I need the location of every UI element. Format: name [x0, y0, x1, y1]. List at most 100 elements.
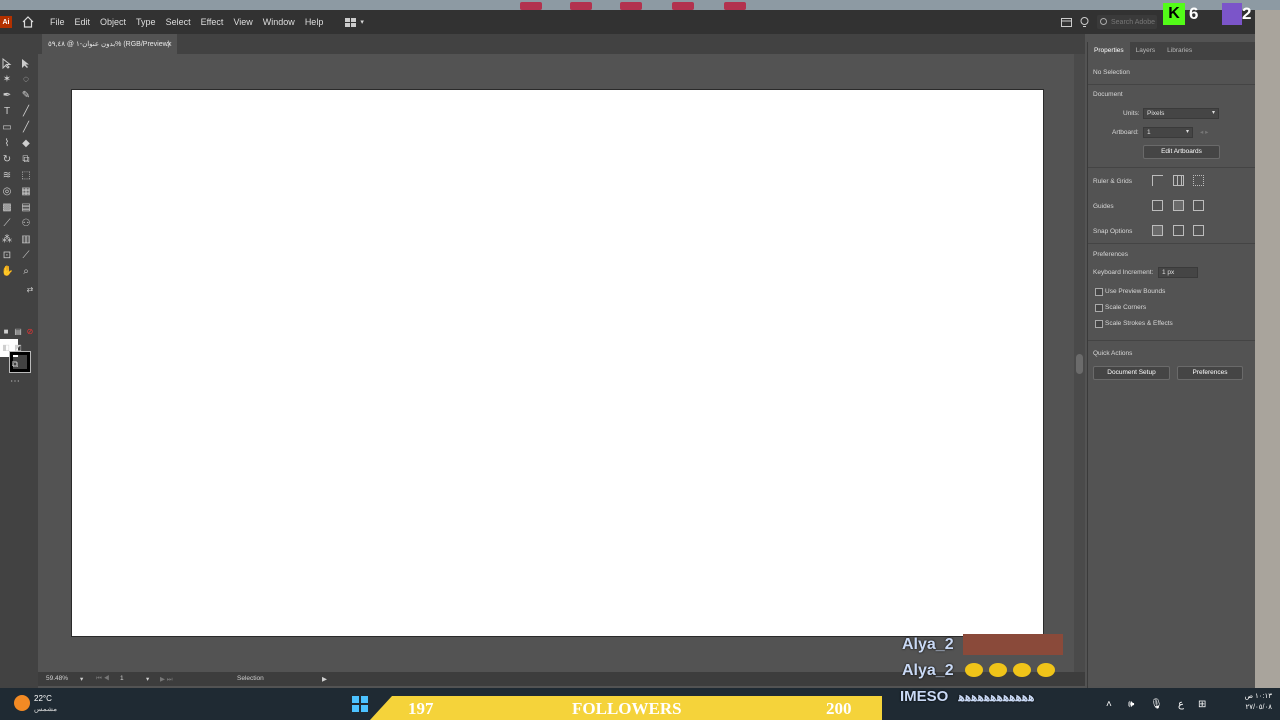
scrollbar-thumb[interactable]: [1076, 354, 1083, 374]
imeso-message: ﻫﻫﻫﻫﻫﻫﻫﻫﻫﻫﻫﻫ: [958, 690, 1035, 704]
line-tool-icon[interactable]: ╱: [20, 106, 32, 118]
rectangle-tool-icon[interactable]: ▭: [1, 122, 13, 134]
document-tab-title: بدون عنوان-١ @ ٥٩,٤٨% (RGB/Preview): [48, 41, 171, 48]
shape-builder-tool-icon[interactable]: ◎: [1, 186, 13, 198]
screen-mode-icon[interactable]: ⧉: [9, 358, 21, 370]
grid-icon[interactable]: [1173, 175, 1184, 186]
rotate-tool-icon[interactable]: ↻: [1, 154, 13, 166]
snap-options-label: Snap Options: [1093, 228, 1133, 235]
scale-tool-icon[interactable]: ⧉: [20, 154, 32, 166]
artboard[interactable]: [71, 89, 1044, 637]
menu-help[interactable]: Help: [305, 17, 324, 27]
clock-time[interactable]: ١٠:١٣ ص: [1232, 692, 1272, 700]
curvature-tool-icon[interactable]: ✎: [20, 90, 32, 102]
close-icon[interactable]: ×: [167, 39, 172, 49]
clock-date[interactable]: ٢٧/٠٥/٠٨: [1232, 703, 1272, 711]
snap-to-pixel-icon[interactable]: [1173, 225, 1184, 236]
artboard-select[interactable]: 1 ▾: [1143, 127, 1193, 138]
free-transform-tool-icon[interactable]: ⬚: [20, 170, 32, 182]
artboard-nav-arrows-icon[interactable]: ◂ ▸: [1200, 128, 1208, 136]
snap-to-glyph-icon[interactable]: [1193, 225, 1204, 236]
use-preview-bounds-checkbox[interactable]: [1095, 288, 1103, 296]
gradient-mode-icon[interactable]: ▤: [12, 326, 24, 338]
menu-select[interactable]: Select: [166, 17, 191, 27]
draw-behind-icon[interactable]: ◩: [12, 342, 24, 354]
blend-tool-icon[interactable]: ⚇: [20, 218, 32, 230]
paintbrush-tool-icon[interactable]: ╱: [20, 122, 32, 134]
type-tool-icon[interactable]: T: [1, 106, 13, 118]
input-language[interactable]: ع: [1178, 699, 1184, 710]
weather-sun-icon[interactable]: [14, 695, 30, 711]
mesh-tool-icon[interactable]: ▩: [1, 202, 13, 214]
swap-fill-stroke-icon[interactable]: ⇄: [24, 284, 36, 296]
zoom-level[interactable]: 59.48%: [46, 675, 68, 682]
menu-edit[interactable]: Edit: [75, 17, 91, 27]
tray-chevron-up-icon[interactable]: ˄: [1106, 699, 1112, 710]
none-mode-icon[interactable]: ⊘: [24, 326, 36, 338]
document-setup-button[interactable]: Document Setup: [1093, 366, 1170, 380]
scale-corners-checkbox[interactable]: [1095, 304, 1103, 312]
direct-selection-tool-icon[interactable]: [20, 58, 32, 70]
lightbulb-icon[interactable]: [1080, 16, 1089, 28]
pen-tool-icon[interactable]: ✒: [1, 90, 13, 102]
network-icon[interactable]: ⊞: [1198, 699, 1206, 710]
perspective-grid-tool-icon[interactable]: ▦: [20, 186, 32, 198]
smart-guides-icon[interactable]: [1173, 200, 1184, 211]
symbol-sprayer-tool-icon[interactable]: ⁂: [1, 234, 13, 246]
document-tab[interactable]: بدون عنوان-١ @ ٥٩,٤٨% (RGB/Preview) ×: [42, 34, 177, 54]
status-menu-arrow-icon[interactable]: ▶: [322, 675, 327, 683]
artboard-tool-icon[interactable]: ⊡: [1, 250, 13, 262]
color-mode-icon[interactable]: ■: [0, 326, 12, 338]
edit-artboards-button[interactable]: Edit Artboards: [1143, 145, 1220, 159]
gradient-tool-icon[interactable]: ▤: [20, 202, 32, 214]
tab-layers[interactable]: Layers: [1130, 42, 1162, 60]
preferences-button[interactable]: Preferences: [1177, 366, 1243, 380]
column-graph-tool-icon[interactable]: ▥: [20, 234, 32, 246]
menu-view[interactable]: View: [233, 17, 252, 27]
eyedropper-tool-icon[interactable]: ⟋: [1, 218, 13, 230]
zoom-tool-icon[interactable]: ⌕: [20, 266, 32, 278]
chevron-down-icon[interactable]: ▾: [146, 675, 149, 683]
slice-tool-icon[interactable]: ⟋: [20, 250, 32, 262]
eraser-tool-icon[interactable]: ◆: [20, 138, 32, 150]
shaper-tool-icon[interactable]: ⌇: [1, 138, 13, 150]
magic-wand-tool-icon[interactable]: ✶: [1, 74, 13, 86]
menu-type[interactable]: Type: [136, 17, 156, 27]
arrange-documents-icon[interactable]: [1061, 17, 1072, 27]
units-select[interactable]: Pixels ▾: [1143, 108, 1219, 119]
menu-object[interactable]: Object: [100, 17, 126, 27]
snap-to-point-icon[interactable]: [1152, 225, 1163, 236]
artboard-number[interactable]: 1: [120, 675, 124, 682]
chevron-down-icon: ▾: [1185, 129, 1189, 135]
last-artboard-icon[interactable]: ▶ ⏭: [160, 675, 173, 684]
ruler-icon[interactable]: [1152, 175, 1163, 186]
scale-strokes-checkbox[interactable]: [1095, 320, 1103, 328]
speaker-icon[interactable]: 🕪: [1128, 699, 1134, 710]
home-icon[interactable]: [20, 14, 36, 30]
weather-temperature[interactable]: 22°C: [34, 694, 52, 703]
microphone-icon[interactable]: 🎙: [1150, 699, 1163, 710]
search-input[interactable]: Search Adobe: [1097, 15, 1157, 29]
first-artboard-icon[interactable]: ⏮ ◀: [96, 675, 109, 683]
keyboard-increment-input[interactable]: 1 px: [1158, 267, 1198, 278]
chevron-down-icon[interactable]: ▾: [80, 675, 83, 683]
vertical-scrollbar[interactable]: [1074, 54, 1085, 672]
selection-tool-icon[interactable]: [1, 57, 13, 70]
lasso-tool-icon[interactable]: ◌: [20, 74, 32, 86]
lock-guides-icon[interactable]: [1193, 200, 1204, 211]
draw-normal-icon[interactable]: ◧: [0, 342, 12, 354]
width-tool-icon[interactable]: ≋: [1, 170, 13, 182]
menu-file[interactable]: File: [50, 17, 65, 27]
tab-libraries[interactable]: Libraries: [1161, 42, 1198, 60]
menu-effect[interactable]: Effect: [201, 17, 224, 27]
more-tools-icon[interactable]: ⋯: [9, 376, 21, 388]
guides-icon[interactable]: [1152, 200, 1163, 211]
canvas-area[interactable]: [38, 54, 1085, 672]
transparency-grid-icon[interactable]: [1193, 175, 1204, 186]
overlay-chat-name: Alya_2: [902, 662, 954, 679]
workspace-switcher[interactable]: ▾: [345, 17, 364, 27]
tab-properties[interactable]: Properties: [1088, 42, 1130, 60]
hand-tool-icon[interactable]: ✋: [1, 266, 13, 278]
windows-start-icon[interactable]: [352, 696, 368, 712]
menu-window[interactable]: Window: [263, 17, 295, 27]
